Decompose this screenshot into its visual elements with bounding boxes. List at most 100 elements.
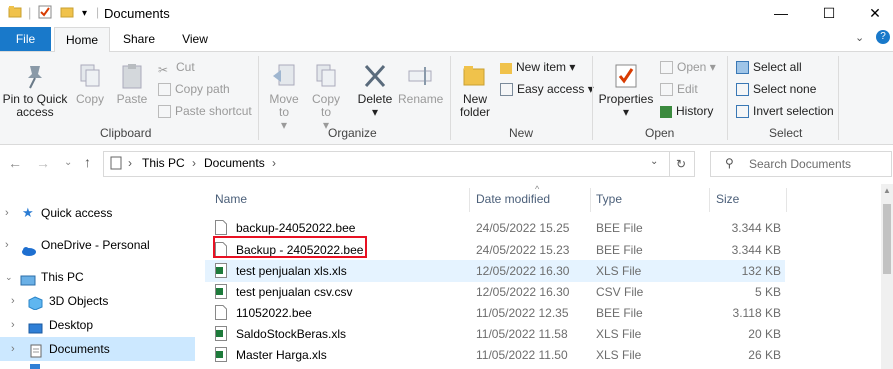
column-divider[interactable] [590,188,591,212]
file-name: test penjualan csv.csv [236,285,353,299]
column-divider[interactable] [709,188,710,212]
easy-access-icon [500,83,513,96]
open-icon [660,61,673,74]
file-row[interactable]: 11052022.bee 11/05/2022 12.35 BEE File 3.11… [205,302,785,324]
search-input[interactable]: ⚲ Search Documents [710,151,892,177]
properties-qa-icon[interactable] [38,5,52,22]
expand-chevron-icon[interactable]: › [5,201,9,225]
move-to-icon [271,62,297,90]
dropdown-arrow-icon: ▾ [280,118,288,132]
file-row[interactable]: test penjualan csv.csv 12/05/2022 16.30 CS… [205,281,785,303]
address-bar[interactable]: › This PC › Documents › ⌄ [103,151,670,177]
invert-selection-button[interactable]: Invert selection [736,104,834,118]
new-item-button[interactable]: New item ▾ [500,60,575,74]
file-type: CSV File [596,285,644,299]
file-row[interactable]: test penjualan xls.xls 12/05/2022 16.30 XL… [205,260,785,282]
edit-button[interactable]: Edit [660,82,698,96]
paste-button[interactable]: Paste [114,62,150,106]
collapse-chevron-icon[interactable]: ⌄ [5,265,13,289]
breadcrumb-documents[interactable]: Documents [204,156,265,170]
column-divider[interactable] [469,188,470,212]
back-arrow-icon[interactable]: ← [8,155,22,171]
rename-button[interactable]: Rename [398,62,443,106]
window-title: Documents [104,6,170,21]
copy-to-button[interactable]: Copy to ▾ [308,62,344,132]
nav-item-desktop[interactable]: › Desktop [0,313,195,337]
minimize-button[interactable]: — [758,0,804,27]
paste-shortcut-button[interactable]: Paste shortcut [158,104,252,118]
column-header-name[interactable]: Name [215,184,247,214]
address-dropdown-icon[interactable]: ⌄ [650,156,658,167]
separator: | [96,5,100,19]
group-label-organize: Organize [328,126,377,140]
refresh-icon[interactable]: ↻ [668,151,695,177]
excel-file-icon [215,284,227,299]
expand-chevron-icon[interactable]: › [11,313,15,337]
tab-share[interactable]: Share [116,27,162,51]
tab-file[interactable]: File [0,27,51,51]
expand-chevron-icon[interactable]: › [11,289,15,313]
recent-locations-icon[interactable]: ⌄ [64,157,72,168]
open-button[interactable]: Open ▾ [660,60,716,74]
nav-item-onedrive[interactable]: › OneDrive - Personal [0,233,195,257]
easy-access-button[interactable]: Easy access ▾ [500,82,594,96]
excel-file-icon [215,347,227,362]
cut-button[interactable]: ✂ Cut [158,60,195,77]
group-label-new: New [509,126,534,140]
close-button[interactable]: ✕ [852,0,893,27]
file-type: XLS File [596,327,642,341]
move-to-button[interactable]: Move to ▾ [266,62,302,132]
copy-button[interactable]: Copy [72,62,108,106]
vertical-scrollbar[interactable]: ▲ [881,184,893,369]
dropdown-arrow-icon: ▾ [622,105,630,119]
tab-home[interactable]: Home [54,27,110,53]
file-size: 132 KB [741,264,781,278]
scroll-up-arrow-icon[interactable]: ▲ [883,186,891,195]
properties-button[interactable]: Properties ▾ [598,62,654,119]
nav-item-documents[interactable]: › Documents [0,337,195,361]
breadcrumb-chevron-icon[interactable]: › [192,156,196,170]
new-folder-button[interactable]: New folder [455,62,495,119]
file-date: 12/05/2022 16.30 [476,285,570,299]
nav-item-this-pc[interactable]: ⌄ This PC [0,265,195,289]
file-row[interactable]: SaldoStockBeras.xls 11/05/2022 11.58 XLS F… [205,323,785,345]
group-separator [258,56,259,140]
help-icon[interactable]: ? [876,30,890,44]
pin-quick-access-button[interactable]: Pin to Quick access [2,62,68,119]
expand-chevron-icon[interactable]: › [5,233,9,257]
paste-icon [119,62,145,90]
select-all-button[interactable]: Select all [736,60,802,74]
new-folder-icon [462,62,488,90]
customize-qa-icon[interactable]: ▾ [82,8,87,19]
select-none-button[interactable]: Select none [736,82,816,96]
excel-file-icon [215,263,227,278]
expand-ribbon-icon[interactable]: ⌄ [855,31,864,44]
file-row[interactable]: Master Harga.xls 11/05/2022 11.50 XLS File… [205,344,785,366]
nav-item-3d-objects[interactable]: › 3D Objects [0,289,195,313]
history-button[interactable]: History [660,104,713,118]
breadcrumb-chevron-icon[interactable]: › [128,156,132,170]
column-header-size[interactable]: Size [716,184,739,214]
tab-view[interactable]: View [172,27,218,51]
copy-path-button[interactable]: Copy path [158,82,230,96]
expand-chevron-icon[interactable]: › [11,337,15,361]
title-bar: | ▾ | Documents — ☐ ✕ [0,0,893,27]
column-divider[interactable] [786,188,787,212]
column-header-type[interactable]: Type [596,184,622,214]
delete-button[interactable]: Delete ▾ [355,62,395,119]
scrollbar-thumb[interactable] [883,204,891,274]
breadcrumb-chevron-icon[interactable]: › [272,156,276,170]
column-header-date[interactable]: Date modified [476,184,550,214]
breadcrumb-this-pc[interactable]: This PC [142,156,185,170]
history-icon [660,106,672,118]
ribbon: Pin to Quick access Copy Paste ✂ Cut Copy… [0,52,893,145]
cloud-icon [20,240,36,264]
forward-arrow-icon[interactable]: → [36,155,50,171]
maximize-button[interactable]: ☐ [806,0,852,27]
new-folder-qa-icon[interactable] [60,5,74,22]
up-arrow-icon[interactable]: ↑ [84,154,91,170]
file-date: 11/05/2022 12.35 [476,306,569,320]
documents-icon [30,342,42,366]
copy-path-icon [158,83,171,96]
nav-item-quick-access[interactable]: › ★ Quick access [0,201,195,225]
